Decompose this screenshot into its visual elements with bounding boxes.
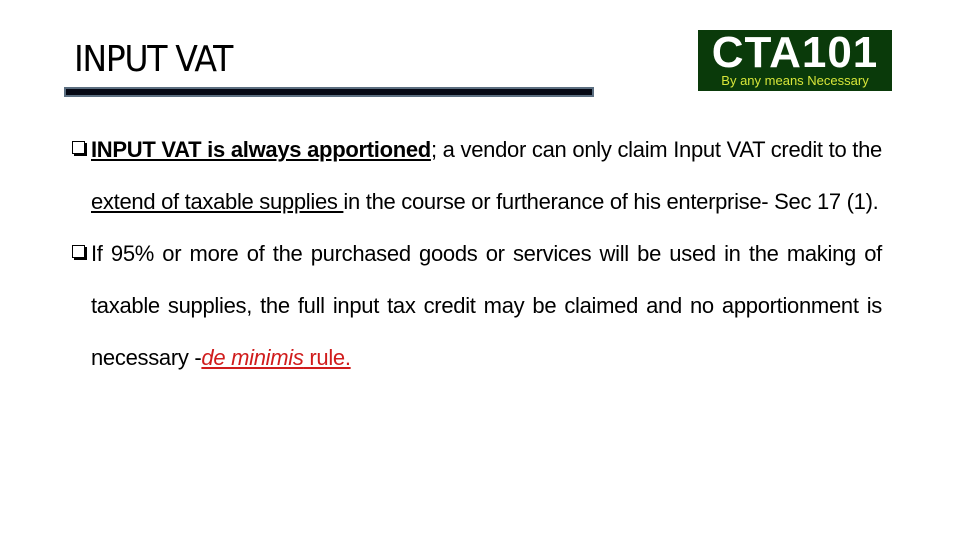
bullet-de-minimis-rule: If 95% or more of the purchased goods or…	[72, 228, 882, 384]
bullet-1-text-end: in the course or furtherance of his ente…	[343, 189, 879, 214]
bullet-1-underlined-phrase: extend of taxable supplies	[91, 189, 344, 214]
bullet-1-text: ; a vendor can only claim Input VAT cred…	[430, 137, 882, 162]
title-underline-bar	[64, 87, 594, 97]
slide-title: INPUT VAT	[74, 39, 233, 80]
logo-name: CTA101	[711, 28, 879, 77]
cta101-logo: CTA101 By any means Necessary	[698, 30, 892, 91]
bullet-1-emphasis: INPUT VAT is always apportioned	[91, 137, 431, 162]
bullet-input-vat-apportioned: INPUT VAT is always apportioned; a vendo…	[72, 124, 882, 228]
hollow-square-bullet-icon	[72, 141, 85, 154]
hollow-square-bullet-icon	[72, 245, 85, 258]
de-minimis-term: de minimis	[201, 345, 304, 370]
logo-tagline: By any means Necessary	[721, 73, 869, 88]
rule-term: rule.	[303, 345, 351, 370]
slide-body: INPUT VAT is always apportioned; a vendo…	[72, 124, 882, 384]
